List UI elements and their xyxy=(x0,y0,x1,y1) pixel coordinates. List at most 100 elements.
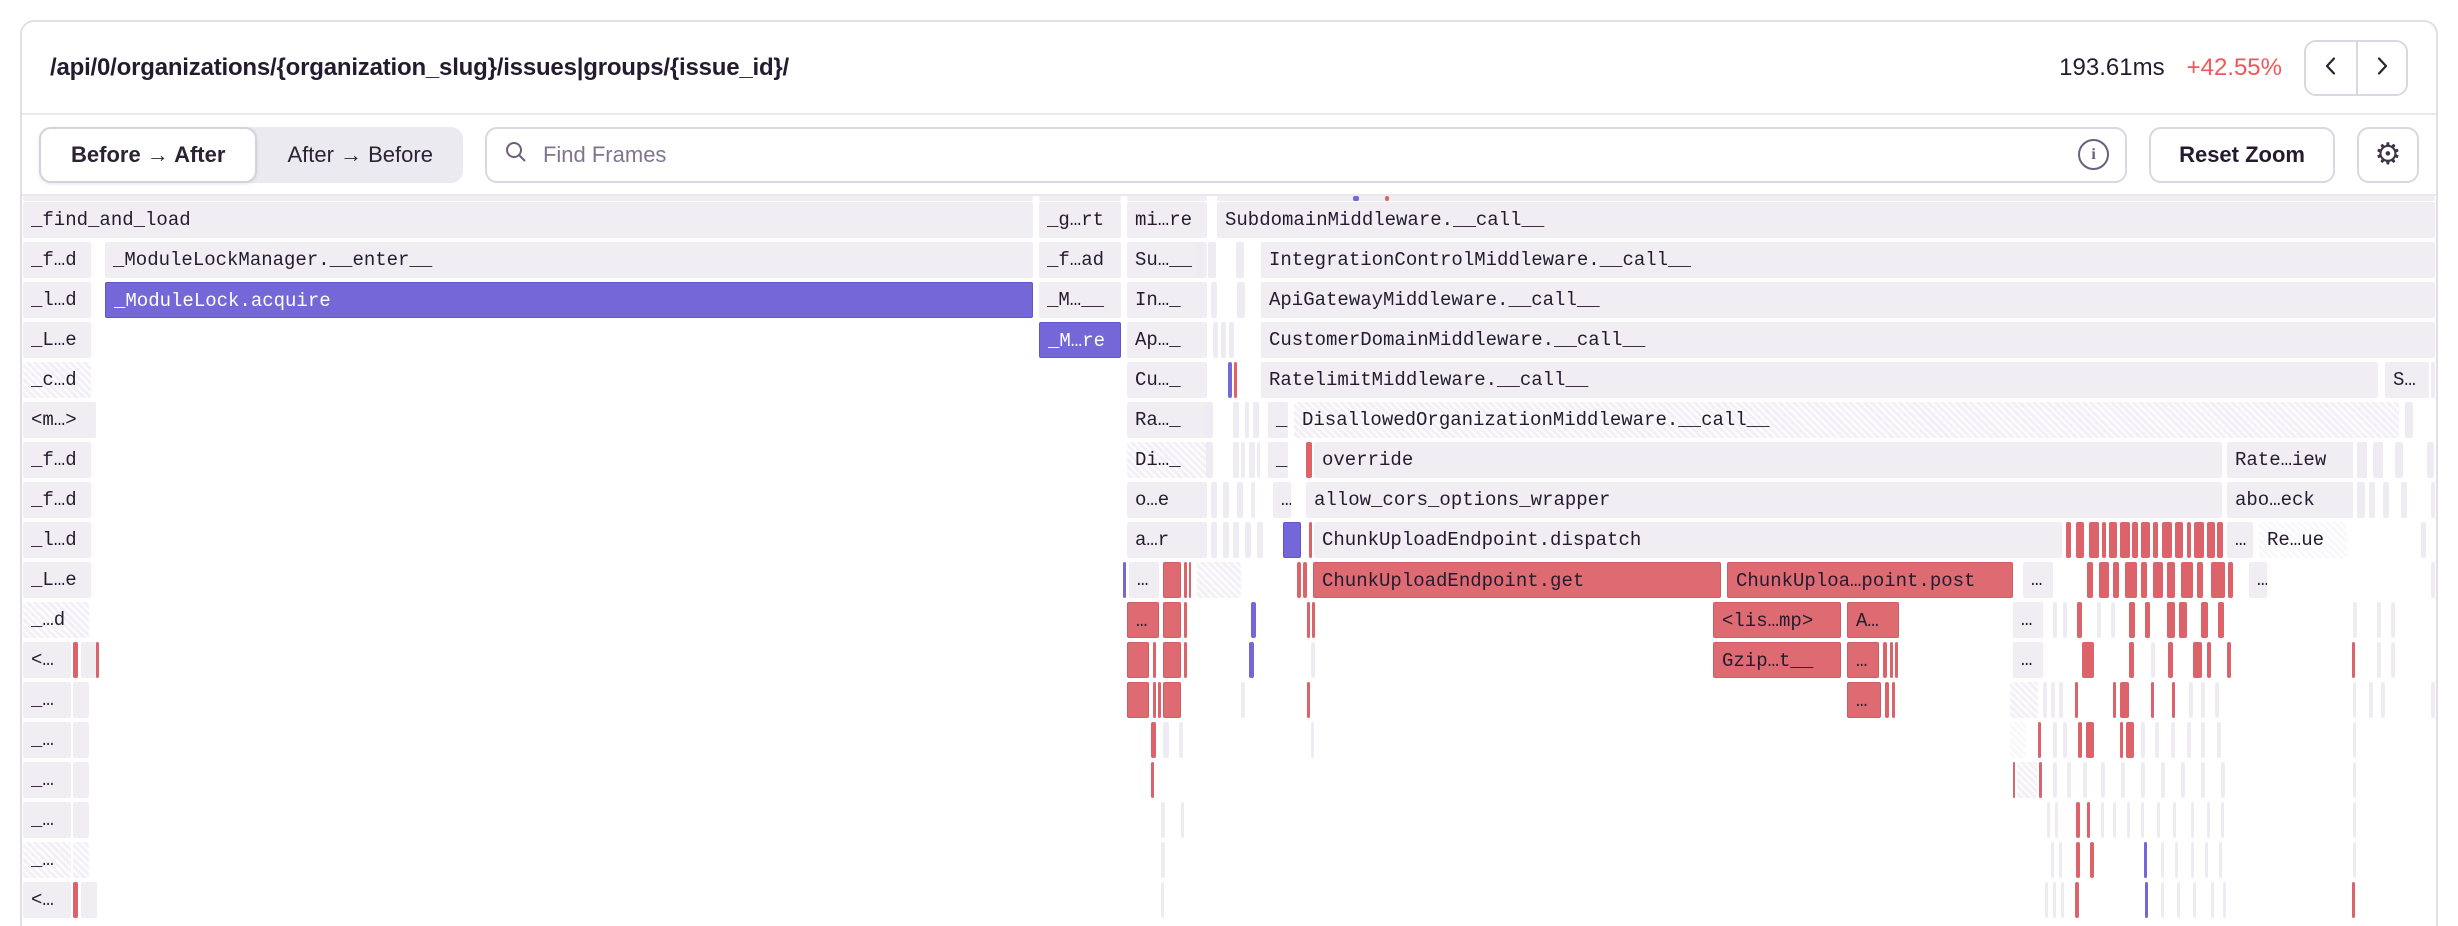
flame-sliver[interactable] xyxy=(1158,682,1161,718)
flame-sliver[interactable] xyxy=(1197,562,1241,598)
flame-sliver[interactable] xyxy=(1039,196,1121,201)
flame-sliver[interactable] xyxy=(2191,802,2194,838)
flame-sliver[interactable] xyxy=(2175,842,2178,878)
flame-sliver[interactable] xyxy=(1211,522,1217,558)
flame-sliver[interactable] xyxy=(1127,196,1207,201)
flame-frame[interactable]: mi…re xyxy=(1127,202,1207,238)
settings-button[interactable]: ⚙ xyxy=(2357,127,2419,183)
flame-sliver[interactable] xyxy=(2381,682,2385,718)
flame-sliver[interactable] xyxy=(2207,642,2211,678)
flame-sliver[interactable] xyxy=(2227,642,2231,678)
flame-sliver[interactable] xyxy=(1211,282,1217,318)
flame-frame[interactable]: … xyxy=(2013,642,2043,678)
flame-sliver[interactable] xyxy=(1311,722,1314,758)
flame-sliver[interactable] xyxy=(2221,762,2225,798)
flame-frame[interactable]: _… xyxy=(1268,402,1288,438)
flame-sliver[interactable] xyxy=(2352,882,2355,918)
flame-sliver[interactable] xyxy=(2153,522,2158,558)
flame-sliver[interactable] xyxy=(2039,762,2042,798)
flame-frame[interactable]: _… xyxy=(23,842,71,878)
flame-sliver[interactable] xyxy=(1234,362,1237,398)
flame-sliver[interactable] xyxy=(2201,602,2208,638)
flame-sliver[interactable] xyxy=(2157,802,2160,838)
flame-frame[interactable]: _c…d xyxy=(23,362,91,398)
flame-sliver[interactable] xyxy=(1127,642,1149,678)
flame-frame[interactable]: _f…ad xyxy=(1039,242,1121,278)
flame-sliver[interactable] xyxy=(2078,722,2082,758)
flame-sliver[interactable] xyxy=(73,682,89,718)
flame-sliver[interactable] xyxy=(2383,482,2389,518)
flame-frame[interactable]: … xyxy=(1847,682,1881,718)
flame-sliver[interactable] xyxy=(2109,522,2117,558)
flame-frame[interactable]: _… xyxy=(23,762,71,798)
flame-sliver[interactable] xyxy=(2194,522,2204,558)
flame-sliver[interactable] xyxy=(2353,762,2356,798)
flame-sliver[interactable] xyxy=(1161,802,1165,838)
flame-sliver[interactable] xyxy=(2201,722,2205,758)
flame-sliver[interactable] xyxy=(2155,722,2159,758)
flame-sliver[interactable] xyxy=(2391,642,2395,678)
flame-frame[interactable]: A… xyxy=(1847,602,1899,638)
flame-sliver[interactable] xyxy=(2189,682,2193,718)
flame-frame[interactable]: In…_ xyxy=(1127,282,1207,318)
flame-sliver[interactable] xyxy=(2162,522,2172,558)
flame-sliver[interactable] xyxy=(1895,642,1898,678)
flame-sliver[interactable] xyxy=(2193,642,2202,678)
flame-sliver[interactable] xyxy=(1163,642,1181,678)
flame-sliver[interactable] xyxy=(2141,522,2150,558)
prev-sample-button[interactable] xyxy=(2306,42,2356,94)
flame-sliver[interactable] xyxy=(1228,362,1232,398)
flame-frame[interactable]: _M…re xyxy=(1039,322,1121,358)
flame-sliver[interactable] xyxy=(2113,562,2119,598)
flame-sliver[interactable] xyxy=(2099,562,2109,598)
flame-sliver[interactable] xyxy=(1123,562,1126,598)
flame-sliver[interactable] xyxy=(2053,882,2056,918)
flame-sliver[interactable] xyxy=(2141,562,2147,598)
flame-frame[interactable]: _… xyxy=(23,682,71,718)
flame-sliver[interactable] xyxy=(81,882,97,918)
flame-sliver[interactable] xyxy=(1890,642,1893,678)
flame-sliver[interactable] xyxy=(1385,196,1389,201)
flame-sliver[interactable] xyxy=(2045,882,2048,918)
flame-sliver[interactable] xyxy=(2221,802,2224,838)
flame-sliver[interactable] xyxy=(1197,242,1203,278)
flame-frame[interactable]: Rate…iew xyxy=(2227,442,2353,478)
flame-sliver[interactable] xyxy=(2427,442,2434,478)
find-frames-searchbox[interactable]: i xyxy=(485,127,2127,183)
flame-sliver[interactable] xyxy=(1213,322,1218,358)
flame-sliver[interactable] xyxy=(1233,442,1239,478)
flame-frame[interactable]: Su…__ xyxy=(1127,242,1207,278)
flame-sliver[interactable] xyxy=(1233,402,1239,438)
flame-sliver[interactable] xyxy=(2431,562,2435,598)
flame-sliver[interactable] xyxy=(1892,682,1895,718)
flame-frame[interactable]: … xyxy=(2023,562,2053,598)
flame-sliver[interactable] xyxy=(2063,602,2067,638)
flame-frame[interactable]: <… xyxy=(23,882,71,918)
flame-sliver[interactable] xyxy=(2087,562,2093,598)
flame-sliver[interactable] xyxy=(1245,522,1251,558)
flame-frame[interactable]: Ra…_ xyxy=(1127,402,1207,438)
flame-sliver[interactable] xyxy=(2181,562,2193,598)
flame-sliver[interactable] xyxy=(2063,722,2067,758)
flame-sliver[interactable] xyxy=(1307,682,1310,718)
flame-sliver[interactable] xyxy=(2075,882,2079,918)
flame-sliver[interactable] xyxy=(2353,802,2356,838)
flame-sliver[interactable] xyxy=(2087,802,2090,838)
next-sample-button[interactable] xyxy=(2356,42,2406,94)
flame-sliver[interactable] xyxy=(2179,602,2187,638)
flame-sliver[interactable] xyxy=(2167,562,2175,598)
toggle-after-before[interactable]: After → Before xyxy=(257,127,463,183)
reset-zoom-button[interactable]: Reset Zoom xyxy=(2149,127,2335,183)
flame-sliver[interactable] xyxy=(2055,802,2058,838)
flame-sliver[interactable] xyxy=(1249,642,1254,678)
flame-sliver[interactable] xyxy=(2193,882,2196,918)
flame-sliver[interactable] xyxy=(2217,522,2223,558)
flame-sliver[interactable] xyxy=(2125,562,2137,598)
flame-sliver[interactable] xyxy=(1237,282,1245,318)
flame-sliver[interactable] xyxy=(2223,882,2226,918)
flame-frame[interactable]: _M…__ xyxy=(1039,282,1121,318)
flame-sliver[interactable] xyxy=(2151,682,2154,718)
flame-sliver[interactable] xyxy=(1163,562,1181,598)
flame-sliver[interactable] xyxy=(1306,442,1312,478)
flame-frame[interactable]: Re…ue xyxy=(2259,522,2347,558)
